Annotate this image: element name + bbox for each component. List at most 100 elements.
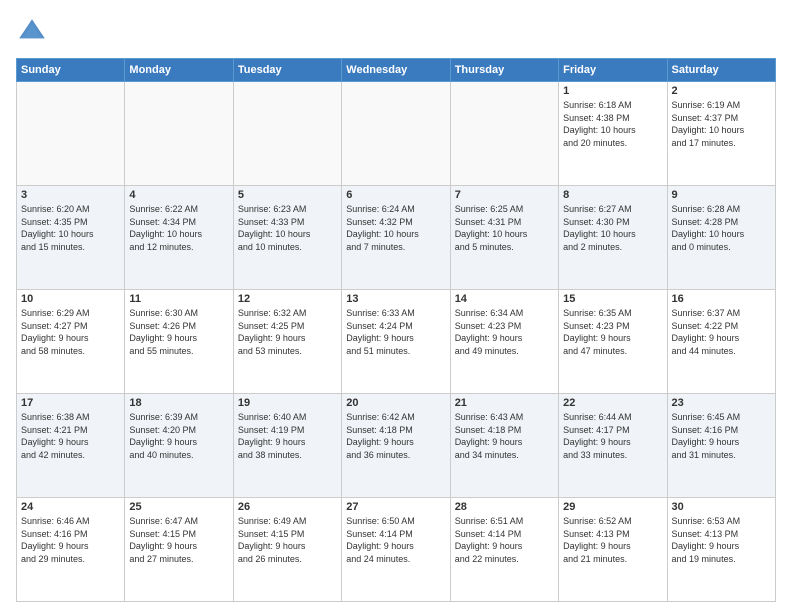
logo (16, 16, 52, 48)
day-number: 16 (672, 293, 771, 305)
day-info: Sunrise: 6:20 AM Sunset: 4:35 PM Dayligh… (21, 203, 120, 253)
calendar-cell: 14 Sunrise: 6:34 AM Sunset: 4:23 PM Dayli… (450, 290, 558, 394)
calendar-week-row: 24 Sunrise: 6:46 AM Sunset: 4:16 PM Dayli… (17, 498, 776, 602)
day-info: Sunrise: 6:44 AM Sunset: 4:17 PM Dayligh… (563, 411, 662, 461)
day-info: Sunrise: 6:49 AM Sunset: 4:15 PM Dayligh… (238, 515, 337, 565)
calendar-day-header: Wednesday (342, 59, 450, 82)
day-info: Sunrise: 6:47 AM Sunset: 4:15 PM Dayligh… (129, 515, 228, 565)
calendar-day-header: Monday (125, 59, 233, 82)
day-info: Sunrise: 6:42 AM Sunset: 4:18 PM Dayligh… (346, 411, 445, 461)
calendar-cell: 20 Sunrise: 6:42 AM Sunset: 4:18 PM Dayli… (342, 394, 450, 498)
day-info: Sunrise: 6:25 AM Sunset: 4:31 PM Dayligh… (455, 203, 554, 253)
calendar-day-header: Friday (559, 59, 667, 82)
calendar-cell: 29 Sunrise: 6:52 AM Sunset: 4:13 PM Dayli… (559, 498, 667, 602)
day-number: 20 (346, 397, 445, 409)
calendar-day-header: Thursday (450, 59, 558, 82)
day-number: 8 (563, 189, 662, 201)
day-number: 30 (672, 501, 771, 513)
day-number: 11 (129, 293, 228, 305)
calendar-week-row: 3Sunrise: 6:20 AM Sunset: 4:35 PM Daylig… (17, 186, 776, 290)
header (16, 16, 776, 48)
logo-icon (16, 16, 48, 48)
calendar-cell: 1 Sunrise: 6:18 AM Sunset: 4:38 PM Daylig… (559, 82, 667, 186)
day-info: Sunrise: 6:38 AM Sunset: 4:21 PM Dayligh… (21, 411, 120, 461)
calendar-cell (17, 82, 125, 186)
calendar-cell (233, 82, 341, 186)
day-number: 17 (21, 397, 120, 409)
day-info: Sunrise: 6:23 AM Sunset: 4:33 PM Dayligh… (238, 203, 337, 253)
day-number: 19 (238, 397, 337, 409)
day-number: 28 (455, 501, 554, 513)
calendar-week-row: 10Sunrise: 6:29 AM Sunset: 4:27 PM Dayli… (17, 290, 776, 394)
day-number: 4 (129, 189, 228, 201)
calendar-cell: 12Sunrise: 6:32 AM Sunset: 4:25 PM Dayli… (233, 290, 341, 394)
day-number: 29 (563, 501, 662, 513)
day-info: Sunrise: 6:45 AM Sunset: 4:16 PM Dayligh… (672, 411, 771, 461)
day-info: Sunrise: 6:27 AM Sunset: 4:30 PM Dayligh… (563, 203, 662, 253)
calendar-cell: 21Sunrise: 6:43 AM Sunset: 4:18 PM Dayli… (450, 394, 558, 498)
day-info: Sunrise: 6:51 AM Sunset: 4:14 PM Dayligh… (455, 515, 554, 565)
calendar-cell: 22 Sunrise: 6:44 AM Sunset: 4:17 PM Dayli… (559, 394, 667, 498)
day-number: 15 (563, 293, 662, 305)
day-number: 12 (238, 293, 337, 305)
day-info: Sunrise: 6:24 AM Sunset: 4:32 PM Dayligh… (346, 203, 445, 253)
calendar-cell: 7 Sunrise: 6:25 AM Sunset: 4:31 PM Daylig… (450, 186, 558, 290)
day-number: 24 (21, 501, 120, 513)
calendar-cell (342, 82, 450, 186)
day-number: 5 (238, 189, 337, 201)
day-info: Sunrise: 6:34 AM Sunset: 4:23 PM Dayligh… (455, 307, 554, 357)
day-info: Sunrise: 6:50 AM Sunset: 4:14 PM Dayligh… (346, 515, 445, 565)
calendar-cell: 23 Sunrise: 6:45 AM Sunset: 4:16 PM Dayli… (667, 394, 775, 498)
day-info: Sunrise: 6:30 AM Sunset: 4:26 PM Dayligh… (129, 307, 228, 357)
calendar-cell: 18 Sunrise: 6:39 AM Sunset: 4:20 PM Dayli… (125, 394, 233, 498)
calendar-cell: 6 Sunrise: 6:24 AM Sunset: 4:32 PM Daylig… (342, 186, 450, 290)
day-info: Sunrise: 6:29 AM Sunset: 4:27 PM Dayligh… (21, 307, 120, 357)
day-info: Sunrise: 6:46 AM Sunset: 4:16 PM Dayligh… (21, 515, 120, 565)
day-number: 22 (563, 397, 662, 409)
day-info: Sunrise: 6:37 AM Sunset: 4:22 PM Dayligh… (672, 307, 771, 357)
calendar-cell: 27 Sunrise: 6:50 AM Sunset: 4:14 PM Dayli… (342, 498, 450, 602)
calendar-cell: 2 Sunrise: 6:19 AM Sunset: 4:37 PM Daylig… (667, 82, 775, 186)
day-info: Sunrise: 6:22 AM Sunset: 4:34 PM Dayligh… (129, 203, 228, 253)
calendar-cell: 3Sunrise: 6:20 AM Sunset: 4:35 PM Daylig… (17, 186, 125, 290)
day-number: 1 (563, 85, 662, 97)
day-info: Sunrise: 6:52 AM Sunset: 4:13 PM Dayligh… (563, 515, 662, 565)
calendar-cell: 26 Sunrise: 6:49 AM Sunset: 4:15 PM Dayli… (233, 498, 341, 602)
day-number: 18 (129, 397, 228, 409)
calendar-cell: 9Sunrise: 6:28 AM Sunset: 4:28 PM Daylig… (667, 186, 775, 290)
calendar-cell (450, 82, 558, 186)
calendar-cell: 4 Sunrise: 6:22 AM Sunset: 4:34 PM Daylig… (125, 186, 233, 290)
calendar-week-row: 17 Sunrise: 6:38 AM Sunset: 4:21 PM Dayli… (17, 394, 776, 498)
calendar-day-header: Saturday (667, 59, 775, 82)
day-number: 21 (455, 397, 554, 409)
day-info: Sunrise: 6:33 AM Sunset: 4:24 PM Dayligh… (346, 307, 445, 357)
calendar-cell: 10Sunrise: 6:29 AM Sunset: 4:27 PM Dayli… (17, 290, 125, 394)
day-info: Sunrise: 6:18 AM Sunset: 4:38 PM Dayligh… (563, 99, 662, 149)
calendar-cell: 30 Sunrise: 6:53 AM Sunset: 4:13 PM Dayli… (667, 498, 775, 602)
calendar-cell: 15Sunrise: 6:35 AM Sunset: 4:23 PM Dayli… (559, 290, 667, 394)
calendar-day-header: Tuesday (233, 59, 341, 82)
day-number: 9 (672, 189, 771, 201)
day-number: 25 (129, 501, 228, 513)
day-number: 2 (672, 85, 771, 97)
calendar-cell (125, 82, 233, 186)
day-info: Sunrise: 6:40 AM Sunset: 4:19 PM Dayligh… (238, 411, 337, 461)
day-info: Sunrise: 6:39 AM Sunset: 4:20 PM Dayligh… (129, 411, 228, 461)
day-number: 23 (672, 397, 771, 409)
calendar-day-header: Sunday (17, 59, 125, 82)
day-number: 6 (346, 189, 445, 201)
day-number: 13 (346, 293, 445, 305)
calendar-cell: 24 Sunrise: 6:46 AM Sunset: 4:16 PM Dayli… (17, 498, 125, 602)
day-info: Sunrise: 6:53 AM Sunset: 4:13 PM Dayligh… (672, 515, 771, 565)
calendar-header-row: SundayMondayTuesdayWednesdayThursdayFrid… (17, 59, 776, 82)
calendar-table: SundayMondayTuesdayWednesdayThursdayFrid… (16, 58, 776, 602)
calendar-week-row: 1 Sunrise: 6:18 AM Sunset: 4:38 PM Daylig… (17, 82, 776, 186)
day-info: Sunrise: 6:19 AM Sunset: 4:37 PM Dayligh… (672, 99, 771, 149)
calendar-cell: 19 Sunrise: 6:40 AM Sunset: 4:19 PM Dayli… (233, 394, 341, 498)
calendar-cell: 8 Sunrise: 6:27 AM Sunset: 4:30 PM Daylig… (559, 186, 667, 290)
day-number: 26 (238, 501, 337, 513)
day-number: 7 (455, 189, 554, 201)
day-number: 14 (455, 293, 554, 305)
day-number: 27 (346, 501, 445, 513)
calendar-cell: 25 Sunrise: 6:47 AM Sunset: 4:15 PM Dayli… (125, 498, 233, 602)
